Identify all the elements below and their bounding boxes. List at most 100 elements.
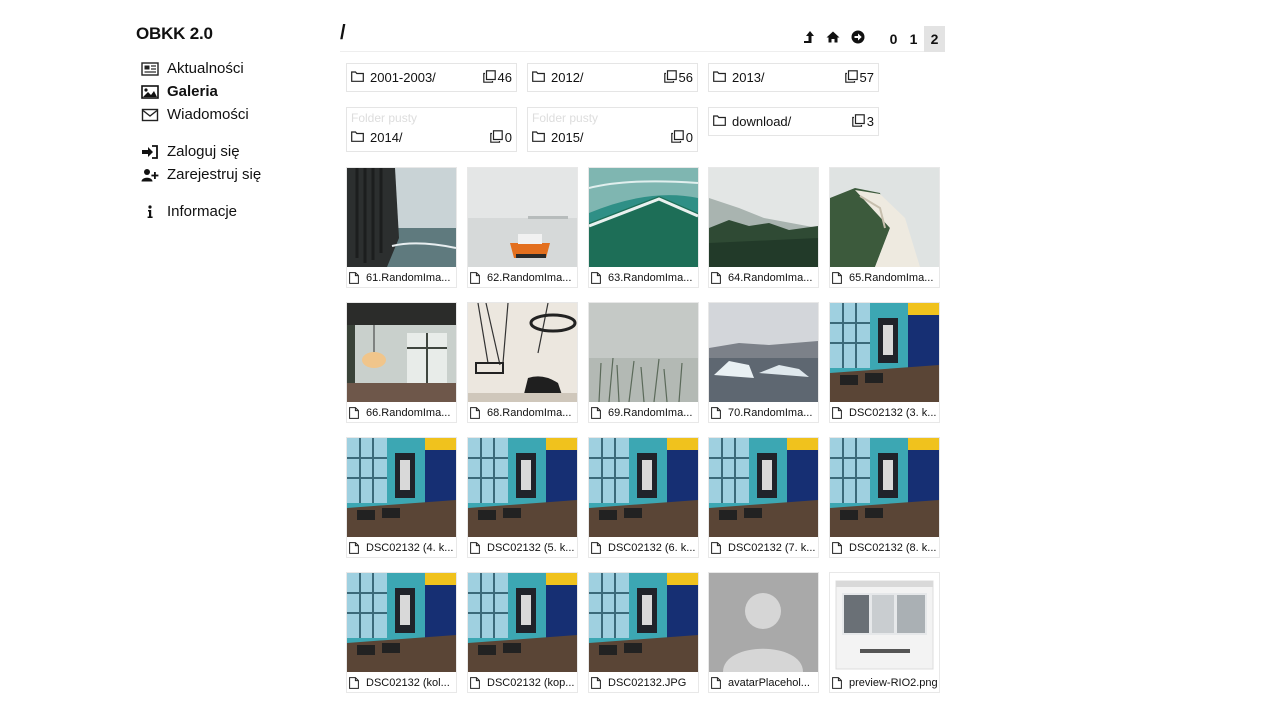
gallery-tile[interactable]: DSC02132 (kop... <box>467 572 578 693</box>
gallery-tile[interactable]: DSC02132 (3. k... <box>829 302 940 423</box>
size-button-2[interactable]: 2 <box>924 26 945 52</box>
file-icon <box>349 272 360 284</box>
sign-in-icon <box>141 144 159 160</box>
newspaper-icon <box>141 61 159 77</box>
file-name: 61.RandomIma... <box>366 272 451 284</box>
folder-icon <box>532 70 545 85</box>
thumbnail-image <box>468 303 577 402</box>
folder-item[interactable]: 2001-2003/ 46 <box>346 63 517 92</box>
sidebar-item-label: Wiadomości <box>167 106 249 123</box>
file-icon <box>591 407 602 419</box>
thumbnail-image <box>709 303 818 402</box>
thumbnail-image <box>830 303 939 402</box>
folder-count: 3 <box>866 114 874 129</box>
thumbnail-image <box>468 438 577 537</box>
sidebar-item-label: Galeria <box>167 83 218 100</box>
file-name: DSC02132.JPG <box>608 677 687 689</box>
gallery-tile[interactable]: 64.RandomIma... <box>708 167 819 288</box>
gallery-tile[interactable]: 65.RandomIma... <box>829 167 940 288</box>
gallery-tile[interactable]: avatarPlacehol... <box>708 572 819 693</box>
sidebar-item-zarejestruj[interactable]: Zarejestruj się <box>141 163 331 186</box>
folder-icon <box>351 70 364 85</box>
folder-name: 2014/ <box>370 130 403 145</box>
gallery-tile[interactable]: preview-RIO2.png <box>829 572 940 693</box>
thumbnail-image <box>589 303 698 402</box>
envelope-icon <box>141 107 159 123</box>
copy-icon <box>670 129 684 146</box>
file-name: DSC02132 (5. k... <box>487 542 575 554</box>
file-icon <box>591 272 602 284</box>
file-icon <box>832 542 843 554</box>
gallery-tile[interactable]: DSC02132 (4. k... <box>346 437 457 558</box>
folder-icon <box>532 130 545 145</box>
file-name: DSC02132 (8. k... <box>849 542 937 554</box>
file-name: 70.RandomIma... <box>728 407 813 419</box>
thumbnail-image <box>830 573 939 672</box>
header-divider <box>340 51 945 52</box>
size-button-1[interactable]: 1 <box>903 26 924 52</box>
forward-button[interactable] <box>847 27 869 51</box>
file-icon <box>711 272 722 284</box>
folder-item[interactable]: 2013/ 57 <box>708 63 879 92</box>
sidebar-item-galeria[interactable]: Galeria <box>141 80 331 103</box>
gallery-tile[interactable]: 70.RandomIma... <box>708 302 819 423</box>
folder-count: 57 <box>859 70 874 85</box>
sidebar-item-label: Zaloguj się <box>167 143 240 160</box>
gallery-tile[interactable]: DSC02132 (8. k... <box>829 437 940 558</box>
gallery-tile[interactable]: DSC02132 (kol... <box>346 572 457 693</box>
image-icon <box>141 84 159 100</box>
info-icon <box>141 204 159 220</box>
sidebar-item-aktualnosci[interactable]: Aktualności <box>141 57 331 80</box>
gallery-tile[interactable]: 66.RandomIma... <box>346 302 457 423</box>
site-brand[interactable]: OBKK 2.0 <box>136 24 213 44</box>
sidebar-item-wiadomosci[interactable]: Wiadomości <box>141 103 331 126</box>
sidebar-item-informacje[interactable]: Informacje <box>141 200 331 223</box>
file-icon <box>591 542 602 554</box>
home-icon <box>826 30 840 48</box>
copy-icon <box>844 69 858 86</box>
file-name: 63.RandomIma... <box>608 272 693 284</box>
copy-icon <box>663 69 677 86</box>
file-name: DSC02132 (4. k... <box>366 542 454 554</box>
file-icon <box>470 407 481 419</box>
folder-item[interactable]: Folder pusty 2015/ 0 <box>527 107 698 152</box>
thumbnail-image <box>830 168 939 267</box>
file-name: DSC02132 (6. k... <box>608 542 696 554</box>
copy-icon <box>489 129 503 146</box>
up-level-icon <box>803 30 815 49</box>
gallery-tile[interactable]: DSC02132 (7. k... <box>708 437 819 558</box>
thumbnail-image <box>347 438 456 537</box>
sidebar-item-zaloguj[interactable]: Zaloguj się <box>141 140 331 163</box>
home-button[interactable] <box>822 27 844 51</box>
file-name: 68.RandomIma... <box>487 407 572 419</box>
empty-folder-label: Folder pusty <box>351 111 418 125</box>
folder-item[interactable]: download/ 3 <box>708 107 879 136</box>
gallery-tile[interactable]: 62.RandomIma... <box>467 167 578 288</box>
file-name: avatarPlacehol... <box>728 677 810 689</box>
size-button-0[interactable]: 0 <box>883 26 904 52</box>
gallery-tile[interactable]: DSC02132 (6. k... <box>588 437 699 558</box>
file-name: 62.RandomIma... <box>487 272 572 284</box>
folder-name: download/ <box>732 114 792 129</box>
gallery-tile[interactable]: DSC02132 (5. k... <box>467 437 578 558</box>
gallery-tile[interactable]: 68.RandomIma... <box>467 302 578 423</box>
file-icon <box>349 542 360 554</box>
folder-name: 2001-2003/ <box>370 70 436 85</box>
gallery-tile[interactable]: 63.RandomIma... <box>588 167 699 288</box>
gallery-tile[interactable]: 69.RandomIma... <box>588 302 699 423</box>
gallery-tile[interactable]: 61.RandomIma... <box>346 167 457 288</box>
thumbnail-image <box>709 573 818 672</box>
gallery-tile[interactable]: DSC02132.JPG <box>588 572 699 693</box>
folder-item[interactable]: Folder pusty 2014/ 0 <box>346 107 517 152</box>
folder-count: 46 <box>497 70 512 85</box>
file-icon <box>349 407 360 419</box>
folder-count: 0 <box>504 130 512 145</box>
thumbnail-image <box>468 168 577 267</box>
empty-folder-label: Folder pusty <box>532 111 599 125</box>
thumbnail-image <box>589 573 698 672</box>
folder-item[interactable]: 2012/ 56 <box>527 63 698 92</box>
folder-name: 2015/ <box>551 130 584 145</box>
up-level-button[interactable] <box>798 27 820 51</box>
thumbnail-image <box>709 438 818 537</box>
thumbnail-image <box>589 168 698 267</box>
